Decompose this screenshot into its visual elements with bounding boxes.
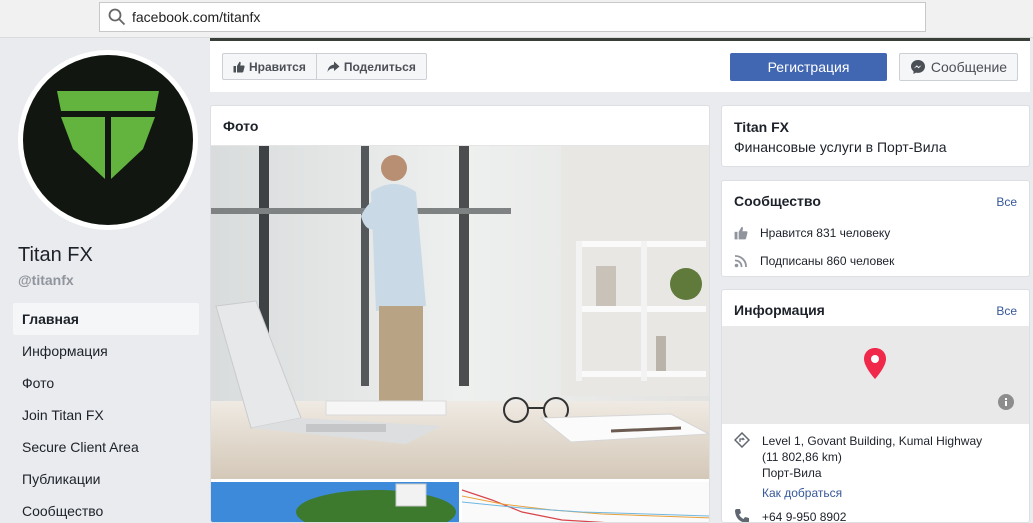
info-see-all-link[interactable]: Все xyxy=(996,304,1017,318)
message-button[interactable]: Сообщение xyxy=(899,53,1018,81)
photos-card: Фото xyxy=(210,105,710,523)
nav-item-join[interactable]: Join Titan FX xyxy=(13,399,199,431)
thumbs-up-icon xyxy=(734,226,748,240)
page-summary-card: Titan FX Финансовые услуги в Порт-Вила xyxy=(721,105,1030,167)
like-label: Нравится xyxy=(249,59,306,74)
page-nav: Главная Информация Фото Join Titan FX Se… xyxy=(13,303,199,523)
message-label: Сообщение xyxy=(930,59,1008,75)
follows-count: Подписаны 860 человек xyxy=(760,254,895,268)
phone-icon xyxy=(735,509,749,522)
info-icon[interactable] xyxy=(998,394,1014,410)
summary-category[interactable]: Финансовые услуги в Порт-Вила xyxy=(734,139,1017,155)
info-title: Информация xyxy=(734,302,825,318)
nav-item-posts[interactable]: Публикации xyxy=(13,463,199,495)
rss-icon xyxy=(734,255,747,268)
info-card: Информация Все Level 1, Govant Building,… xyxy=(721,289,1030,523)
page-handle[interactable]: @titanfx xyxy=(18,272,74,288)
page-name: Titan FX xyxy=(18,244,93,266)
community-card: Сообщество Все Нравится 831 человеку Под… xyxy=(721,180,1030,277)
map-pin-icon xyxy=(864,348,886,379)
address-line: Level 1, Govant Building, Kumal Highway xyxy=(762,434,983,448)
browser-toolbar: facebook.com/titanfx xyxy=(0,0,1033,38)
summary-title: Titan FX xyxy=(734,119,789,135)
nav-item-client-area[interactable]: Secure Client Area xyxy=(13,431,199,463)
location-map[interactable] xyxy=(722,326,1029,424)
register-button[interactable]: Регистрация xyxy=(730,53,887,81)
search-icon xyxy=(108,8,126,26)
community-see-all-link[interactable]: Все xyxy=(996,195,1017,209)
community-title: Сообщество xyxy=(734,193,821,209)
likes-count: Нравится 831 человеку xyxy=(760,226,891,240)
nav-item-about[interactable]: Информация xyxy=(13,335,199,367)
office-photo[interactable] xyxy=(211,146,710,479)
chart-thumbnail[interactable] xyxy=(462,482,710,523)
like-button[interactable]: Нравится xyxy=(223,54,316,79)
likes-row: Нравится 831 человеку xyxy=(734,226,890,240)
address-city: Порт-Вила xyxy=(762,466,822,480)
address-distance: (11 802,86 km) xyxy=(762,450,842,464)
address-block: Level 1, Govant Building, Kumal Highway … xyxy=(762,433,1022,481)
action-bar: Нравится Поделиться Регистрация Сообщени… xyxy=(210,38,1030,92)
url-text: facebook.com/titanfx xyxy=(132,9,261,25)
share-button[interactable]: Поделиться xyxy=(315,54,426,79)
nav-item-community[interactable]: Сообщество xyxy=(13,495,199,523)
share-label: Поделиться xyxy=(343,59,416,74)
tree-thumbnail[interactable] xyxy=(211,482,459,523)
address-bar[interactable]: facebook.com/titanfx xyxy=(99,2,926,32)
logo-icon xyxy=(57,91,159,179)
share-icon xyxy=(327,61,340,72)
titanfx-logo xyxy=(23,55,193,225)
directions-icon xyxy=(734,432,750,448)
nav-item-home[interactable]: Главная xyxy=(13,303,199,335)
phone-number[interactable]: +64 9-950 8902 xyxy=(762,510,846,522)
nav-item-photos[interactable]: Фото xyxy=(13,367,199,399)
photos-title: Фото xyxy=(211,106,709,146)
directions-link[interactable]: Как добраться xyxy=(762,486,842,500)
follows-row: Подписаны 860 человек xyxy=(734,254,894,268)
thumbs-up-icon xyxy=(233,61,245,72)
like-share-group: Нравится Поделиться xyxy=(222,53,427,80)
profile-picture[interactable] xyxy=(18,50,198,230)
messenger-icon xyxy=(910,60,925,74)
